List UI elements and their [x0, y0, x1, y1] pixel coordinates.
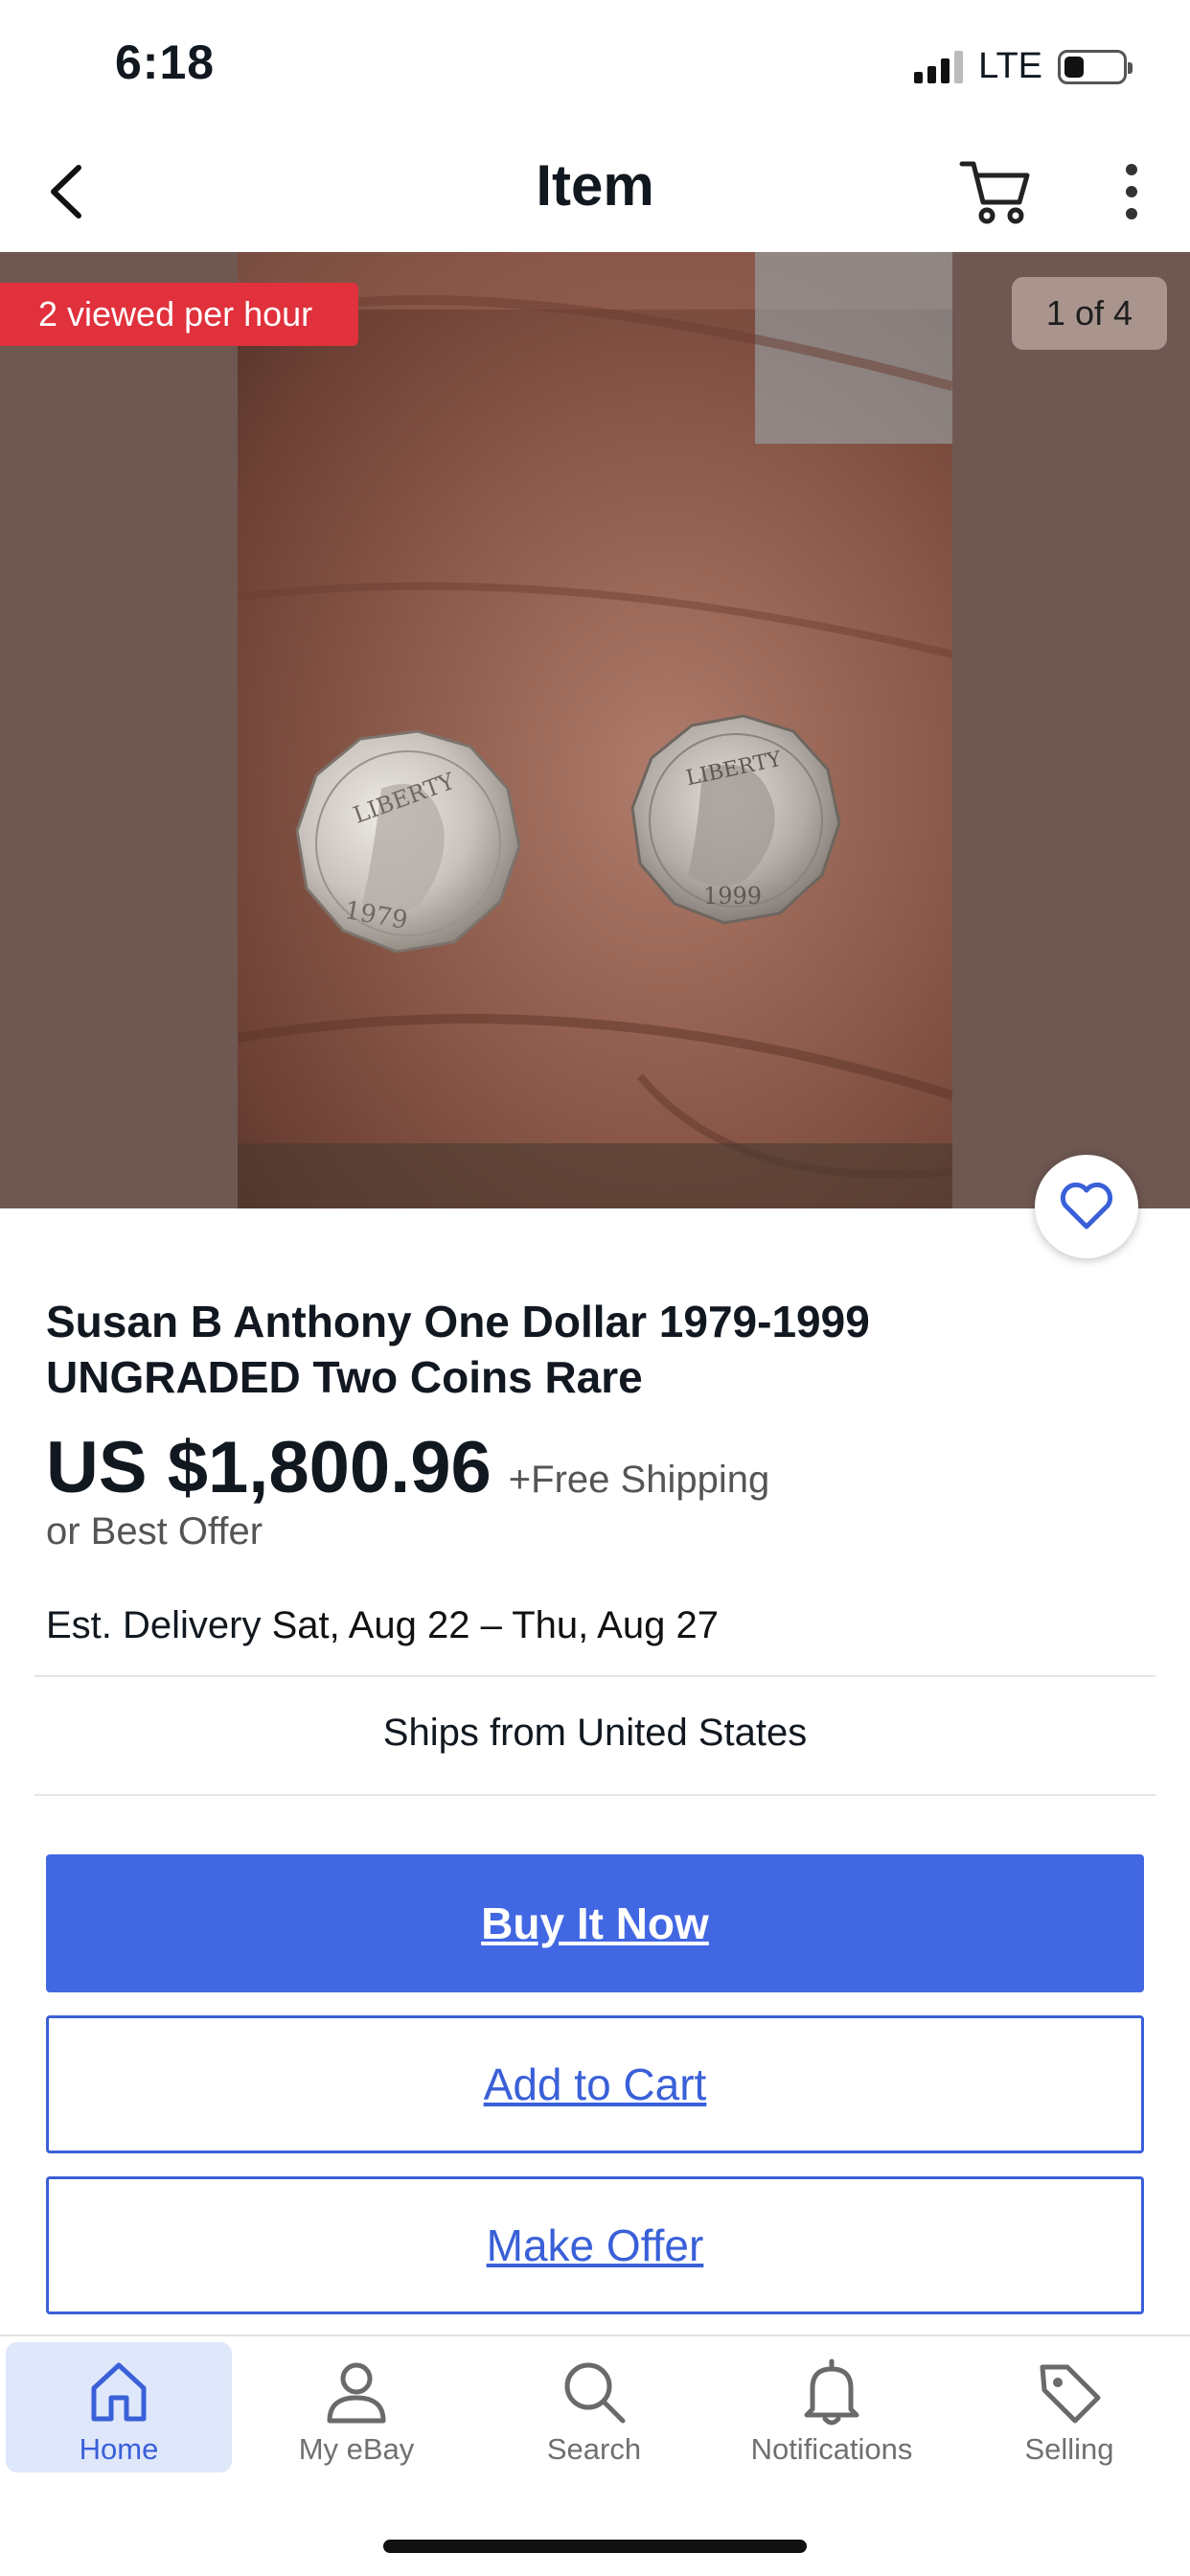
cart-icon[interactable]	[956, 152, 1033, 229]
image-gallery[interactable]: LIBERTY 1979 LIBERTY 1999 2 viewed per h…	[0, 252, 1190, 1208]
svg-text:1999: 1999	[703, 883, 762, 909]
make-offer-button[interactable]: Make Offer	[46, 2176, 1144, 2314]
status-indicators: LTE	[914, 46, 1133, 87]
more-vertical-icon[interactable]	[1113, 160, 1150, 223]
item-photo[interactable]: LIBERTY 1979 LIBERTY 1999	[238, 252, 952, 1208]
add-to-cart-button[interactable]: Add to Cart	[46, 2015, 1144, 2153]
item-title: Susan B Anthony One Dollar 1979-1999 UNG…	[46, 1297, 870, 1402]
delivery-label: Est. Delivery	[46, 1604, 262, 1646]
best-offer-label: or Best Offer	[46, 1510, 263, 1552]
status-bar: 6:18 LTE	[0, 0, 1190, 129]
battery-icon	[1058, 49, 1133, 84]
divider	[34, 1794, 1156, 1796]
tab-my-ebay[interactable]: My eBay	[243, 2342, 469, 2472]
tag-icon	[1040, 2364, 1101, 2424]
home-indicator	[383, 2540, 807, 2553]
bell-icon	[804, 2358, 859, 2426]
coin-1999: LIBERTY 1999	[630, 714, 841, 925]
tab-label: Notifications	[750, 2432, 913, 2466]
ships-from: Ships from United States	[382, 1712, 808, 1754]
tab-label: Selling	[1024, 2432, 1114, 2466]
nav-bar: Item	[0, 129, 1190, 252]
delivery-dates: Sat, Aug 22 – Thu, Aug 27	[271, 1604, 719, 1646]
delivery-estimate: Est. Delivery Sat, Aug 22 – Thu, Aug 27	[46, 1604, 719, 1647]
divider	[34, 1675, 1156, 1677]
search-icon	[564, 2362, 626, 2424]
status-time: 6:18	[115, 35, 216, 89]
tab-label: Home	[79, 2432, 159, 2466]
battery-level	[1064, 56, 1085, 78]
tab-label: Search	[546, 2432, 642, 2466]
shipping-info: +Free Shipping	[508, 1459, 770, 1501]
person-icon	[327, 2362, 386, 2424]
image-counter: 1 of 4	[1011, 277, 1167, 350]
item-price: US $1,800.96	[46, 1427, 492, 1508]
signal-icon	[914, 50, 964, 83]
tab-selling[interactable]: Selling	[956, 2342, 1182, 2472]
views-badge: 2 viewed per hour	[0, 283, 359, 346]
heart-icon	[1060, 1183, 1113, 1230]
tab-notifications[interactable]: Notifications	[719, 2342, 945, 2472]
home-icon	[91, 2362, 147, 2422]
tab-search[interactable]: Search	[481, 2342, 707, 2472]
price-row: US $1,800.96 +Free Shipping	[46, 1426, 769, 1509]
carrier-label: LTE	[978, 46, 1042, 86]
watch-button[interactable]	[1035, 1155, 1138, 1258]
coin-1979: LIBERTY 1979	[295, 729, 521, 954]
tab-home[interactable]: Home	[6, 2342, 232, 2472]
buy-it-now-button[interactable]: Buy It Now	[46, 1854, 1144, 1992]
tab-label: My eBay	[298, 2432, 415, 2466]
